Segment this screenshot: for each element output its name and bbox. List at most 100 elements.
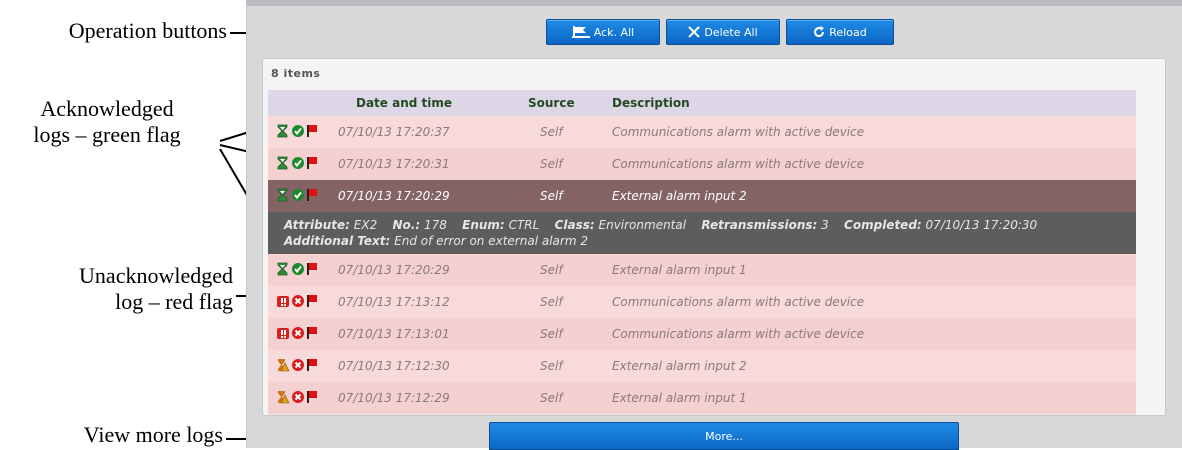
annotation-unack-line2: log – red flag: [115, 289, 233, 314]
flag-icon: [307, 359, 317, 371]
details-enum: CTRL: [508, 218, 540, 232]
details-enum-label: Enum:: [462, 218, 505, 232]
table-row[interactable]: 07/10/13 17:20:37 Self Communications alar…: [268, 116, 1136, 149]
row-status-icons[interactable]: [276, 358, 318, 372]
row-datetime: 07/10/13 17:12:30: [338, 359, 450, 373]
flag-icon: [307, 327, 317, 339]
table-row[interactable]: 07/10/13 17:13:12 Self Communications alar…: [268, 286, 1136, 319]
row-status-icons[interactable]: [276, 262, 318, 276]
row-description: Communications alarm with active device: [612, 295, 865, 309]
details-no-label: No.:: [392, 218, 421, 232]
column-description[interactable]: Description: [612, 96, 690, 110]
flag-icon: [307, 157, 317, 169]
item-count: 8 items: [271, 67, 321, 80]
row-source: Self: [540, 295, 563, 309]
ack-all-label: Ack. All: [593, 25, 635, 39]
check-icon: [292, 263, 304, 275]
row-status-icons[interactable]: [276, 294, 318, 308]
table-row[interactable]: 07/10/13 17:20:29 Self External alarm inpu…: [268, 180, 1136, 213]
annotation-operation-buttons: Operation buttons: [68, 18, 227, 43]
row-datetime: 07/10/13 17:13:01: [338, 327, 450, 341]
row-status-icons[interactable]: [276, 156, 318, 170]
row-datetime: 07/10/13 17:20:31: [338, 157, 450, 171]
column-datetime[interactable]: Date and time: [356, 96, 452, 110]
check-icon: [292, 157, 304, 169]
annotation-unack-line1: Unacknowledged: [79, 263, 233, 288]
hourglass-icon: [277, 262, 288, 276]
flag-icon: [571, 26, 590, 38]
row-datetime: 07/10/13 17:20:29: [338, 189, 450, 203]
reload-label: Reload: [829, 25, 867, 39]
row-description: External alarm input 2: [612, 189, 747, 203]
details-completed: 07/10/13 17:20:30: [925, 218, 1038, 232]
reload-button[interactable]: Reload: [786, 19, 894, 45]
table-row[interactable]: 07/10/13 17:20:29 Self External alarm inpu…: [268, 254, 1136, 287]
error-icon: [292, 391, 304, 403]
details-additional-label: Additional Text:: [284, 234, 391, 248]
reload-icon: [814, 26, 825, 38]
hourglass-icon: [277, 188, 288, 202]
more-label: More...: [705, 429, 743, 443]
error-icon: [292, 295, 304, 307]
row-datetime: 07/10/13 17:20:37: [338, 125, 450, 139]
row-description: External alarm input 1: [612, 263, 747, 277]
annotation-view-more: View more logs: [83, 422, 223, 447]
details-line-2: Additional Text: End of error on externa…: [284, 234, 588, 248]
table-header: Date and time Source Description: [268, 90, 1136, 116]
row-description: Communications alarm with active device: [612, 125, 865, 139]
details-retrans: 3: [821, 218, 829, 232]
row-status-icons[interactable]: [276, 390, 318, 404]
row-source: Self: [540, 391, 563, 405]
row-source: Self: [540, 263, 563, 277]
ack-all-button[interactable]: Ack. All: [546, 19, 660, 45]
hourglass-icon: [277, 124, 288, 138]
table-row[interactable]: 07/10/13 17:12:30 Self External alarm inpu…: [268, 350, 1136, 383]
table-row[interactable]: 07/10/13 17:13:01 Self Communications alar…: [268, 318, 1136, 351]
flag-icon: [307, 391, 317, 403]
details-additional: End of error on external alarm 2: [394, 234, 588, 248]
log-list: 8 items Date and time Source Description…: [262, 58, 1166, 416]
row-description: External alarm input 2: [612, 359, 747, 373]
table-row[interactable]: 07/10/13 17:12:29 Self External alarm inpu…: [268, 382, 1136, 415]
close-icon: [688, 26, 701, 38]
flag-icon: [307, 125, 317, 137]
details-completed-label: Completed:: [844, 218, 922, 232]
error-icon: [292, 327, 304, 339]
flag-icon: [307, 263, 317, 275]
check-icon: [292, 189, 304, 201]
details-class-label: Class:: [554, 218, 595, 232]
check-icon: [292, 125, 304, 137]
annotation-acknowledged: Acknowledged logs – green flag: [5, 96, 209, 148]
row-description: Communications alarm with active device: [612, 157, 865, 171]
table-row[interactable]: 07/10/13 17:20:31 Self Communications alar…: [268, 148, 1136, 181]
hourglass-icon: [277, 156, 288, 170]
row-source: Self: [540, 189, 563, 203]
details-attribute-label: Attribute:: [284, 218, 350, 232]
annotation-ack-line1: Acknowledged: [40, 96, 174, 121]
row-description: External alarm input 1: [612, 391, 747, 405]
row-datetime: 07/10/13 17:20:29: [338, 263, 450, 277]
row-datetime: 07/10/13 17:12:29: [338, 391, 450, 405]
device-alarm-icon: [277, 328, 289, 339]
flag-icon: [307, 295, 317, 307]
details-no: 178: [423, 218, 447, 232]
annotation-unacknowledged: Unacknowledged log – red flag: [5, 263, 233, 315]
row-status-icons[interactable]: [276, 326, 318, 340]
error-icon: [292, 359, 304, 371]
more-button[interactable]: More...: [489, 422, 959, 450]
column-source[interactable]: Source: [528, 96, 575, 110]
device-alarm-icon: [277, 296, 289, 307]
row-description: Communications alarm with active device: [612, 327, 865, 341]
row-status-icons[interactable]: [276, 124, 318, 138]
hourglass-warning-icon: [278, 359, 290, 372]
annotation-ack-line2: logs – green flag: [33, 122, 181, 147]
row-source: Self: [540, 327, 563, 341]
details-class: Environmental: [598, 218, 687, 232]
delete-all-button[interactable]: Delete All: [666, 19, 780, 45]
row-source: Self: [540, 359, 563, 373]
flag-icon: [307, 189, 317, 201]
row-datetime: 07/10/13 17:13:12: [338, 295, 450, 309]
hourglass-warning-icon: [278, 391, 290, 404]
row-status-icons[interactable]: [276, 188, 318, 202]
row-source: Self: [540, 125, 563, 139]
